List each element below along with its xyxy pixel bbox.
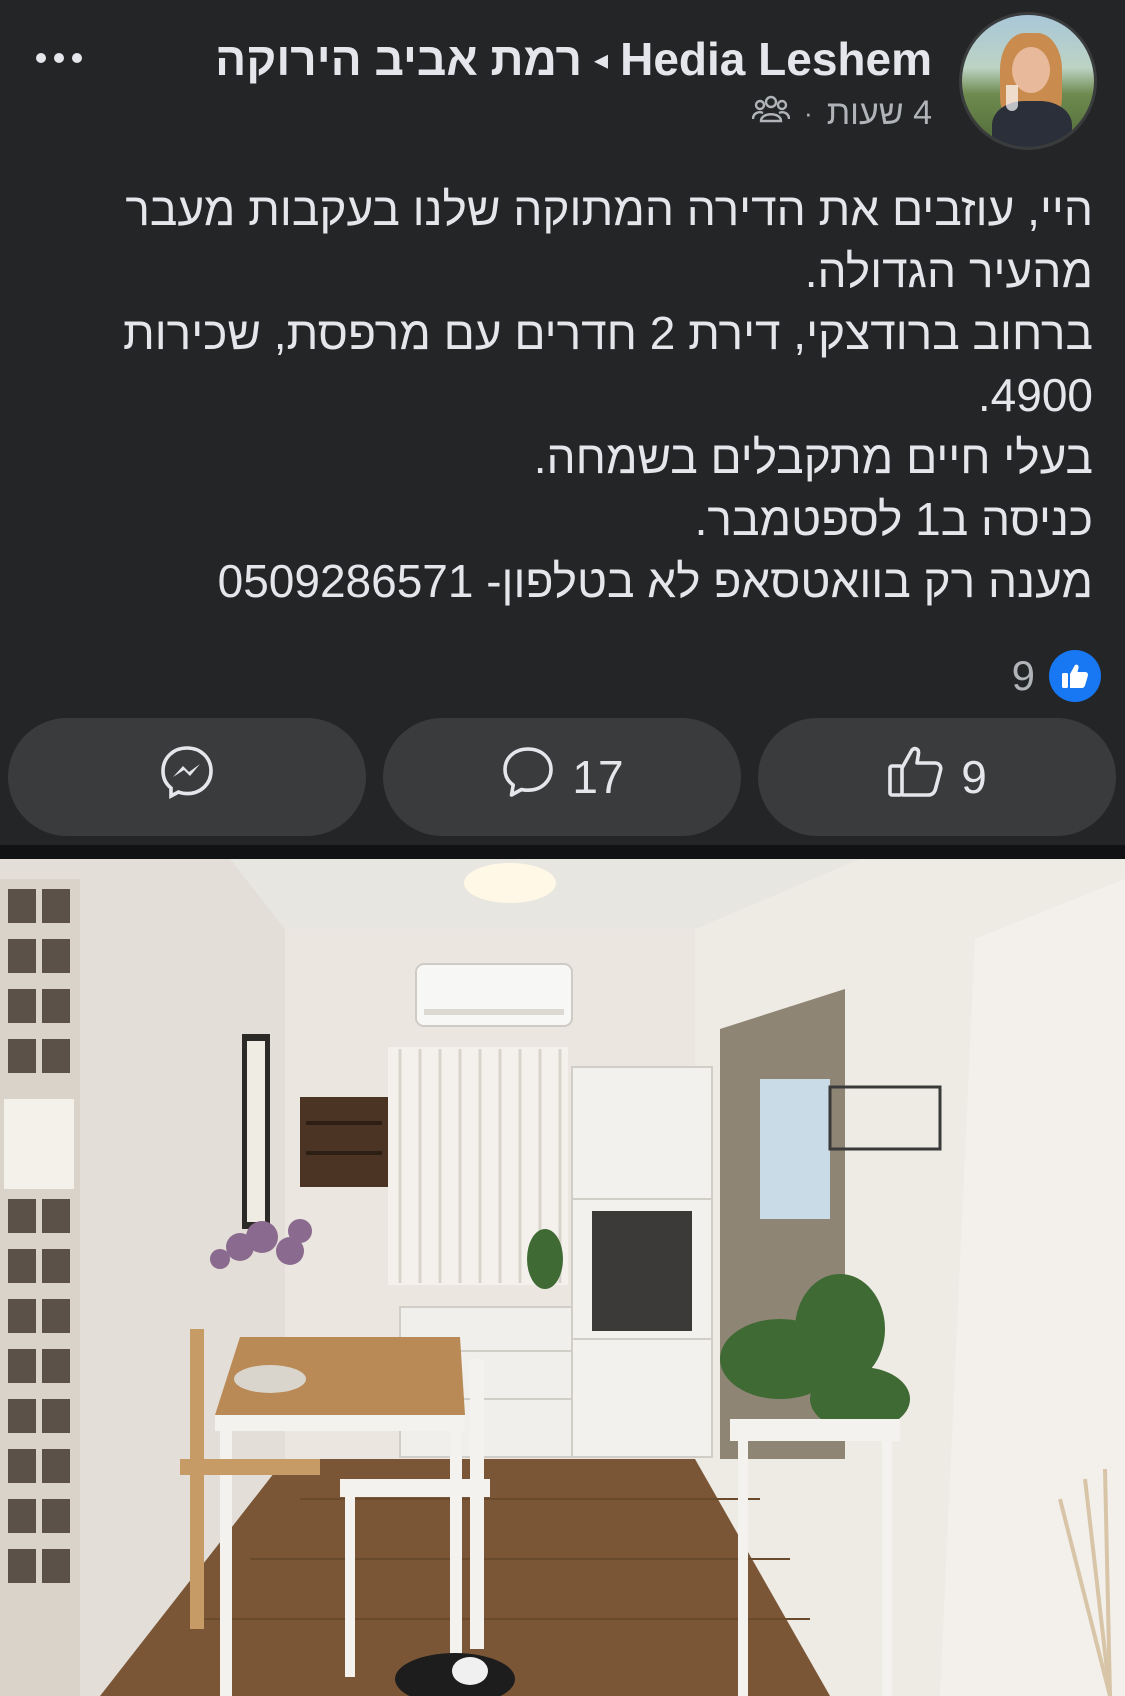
group-icon (751, 94, 791, 133)
author-avatar[interactable] (959, 12, 1097, 150)
messenger-icon (159, 744, 215, 811)
post-title-line: Hedia Leshem ◂ רמת אביב הירוקה (215, 32, 932, 86)
post-meta: 4 שעות · (751, 94, 932, 133)
reactions-count: 9 (1011, 652, 1035, 699)
meta-separator-dot: · (804, 98, 813, 128)
reactions-summary[interactable]: 9 (1012, 650, 1101, 702)
post-body: היי, עוזבים את הדירה המתוקה שלנו בעקבות … (73, 178, 1093, 612)
comment-button[interactable]: 17 (383, 718, 741, 836)
more-icon-dot (72, 53, 82, 63)
action-bar: 17 9 (8, 718, 1118, 836)
arrow-separator: ◂ (594, 43, 609, 75)
post-text-line: 4900. (977, 369, 1093, 421)
like-badge-icon (1049, 650, 1101, 702)
post-text-line: מהעיר הגדולה. (804, 245, 1093, 297)
thumbs-up-icon (887, 744, 945, 811)
send-messenger-button[interactable] (8, 718, 366, 836)
post-text-line: מענה רק בוואטסאפ לא בטלפון- 0509286571 (217, 555, 1093, 607)
post-text-line: בעלי חיים מתקבלים בשמחה. (533, 431, 1093, 483)
post-header: Hedia Leshem ◂ רמת אביב הירוקה 4 שעות · (0, 0, 1125, 160)
post-divider (0, 845, 1125, 859)
post-time[interactable]: 4 שעות (827, 94, 932, 133)
comment-icon (500, 744, 556, 811)
comment-count: 17 (572, 751, 624, 803)
more-icon (36, 53, 46, 63)
post-text-line: היי, עוזבים את הדירה המתוקה שלנו בעקבות … (125, 183, 1093, 235)
post-text-line: ברחוב ברודצקי, דירת 2 חדרים עם מרפסת, שכ… (122, 307, 1093, 359)
group-name[interactable]: רמת אביב הירוקה (215, 32, 582, 86)
author-name[interactable]: Hedia Leshem (620, 32, 932, 86)
like-count: 9 (961, 751, 987, 803)
more-options-button[interactable] (36, 38, 96, 78)
apartment-photo (0, 859, 1125, 1696)
post-text-line: כניסה ב1 לספטמבר. (694, 493, 1093, 545)
post-photo[interactable] (0, 859, 1125, 1696)
like-button[interactable]: 9 (758, 718, 1116, 836)
more-icon-dot (54, 53, 64, 63)
